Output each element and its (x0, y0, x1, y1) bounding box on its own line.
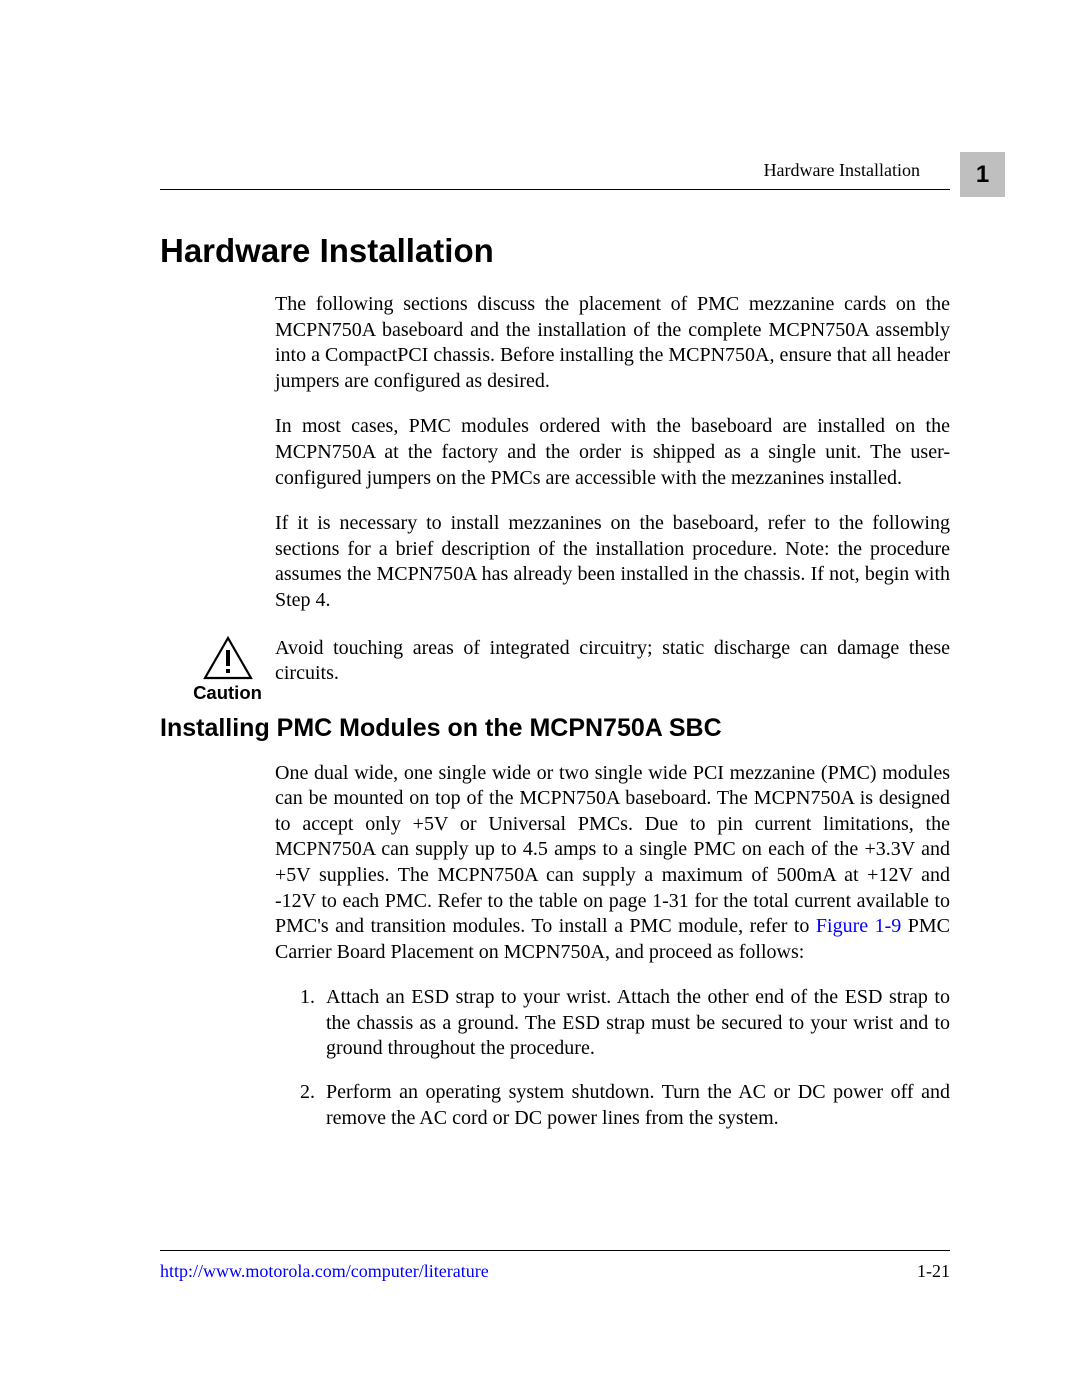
footer-row: http://www.motorola.com/computer/literat… (160, 1261, 950, 1282)
running-head: Hardware Installation (160, 160, 950, 189)
chapter-number-badge: 1 (960, 152, 1005, 197)
header-rule (160, 189, 950, 190)
subsection-paragraph: One dual wide, one single wide or two si… (275, 761, 950, 966)
caution-label: Caution (193, 682, 262, 704)
footer-url-link[interactable]: http://www.motorola.com/computer/literat… (160, 1261, 489, 1282)
section-title: Hardware Installation (160, 232, 950, 270)
intro-paragraph: In most cases, PMC modules ordered with … (275, 414, 950, 491)
subsection-body: One dual wide, one single wide or two si… (275, 761, 950, 966)
page-header: Hardware Installation 1 (160, 160, 950, 190)
intro-block: The following sections discuss the place… (275, 292, 950, 614)
intro-paragraph: The following sections discuss the place… (275, 292, 950, 394)
procedure-step: Attach an ESD strap to your wrist. Attac… (320, 985, 950, 1062)
procedure-steps: Attach an ESD strap to your wrist. Attac… (320, 985, 950, 1131)
warning-triangle-icon (203, 636, 253, 680)
page-number: 1-21 (917, 1261, 950, 1282)
intro-paragraph: If it is necessary to install mezzanines… (275, 511, 950, 613)
figure-reference-link[interactable]: Figure 1-9 (816, 915, 901, 937)
caution-block: Caution Avoid touching areas of integrat… (160, 636, 950, 704)
page-footer: http://www.motorola.com/computer/literat… (160, 1250, 950, 1282)
procedure-step: Perform an operating system shutdown. Tu… (320, 1080, 950, 1131)
subsection-title: Installing PMC Modules on the MCPN750A S… (160, 714, 950, 743)
caution-text: Avoid touching areas of integrated circu… (275, 636, 950, 687)
subsection-text-pre: One dual wide, one single wide or two si… (275, 762, 950, 938)
footer-rule (160, 1250, 950, 1251)
caution-icon-column: Caution (160, 636, 275, 704)
page: Hardware Installation 1 Hardware Install… (0, 0, 1080, 1397)
